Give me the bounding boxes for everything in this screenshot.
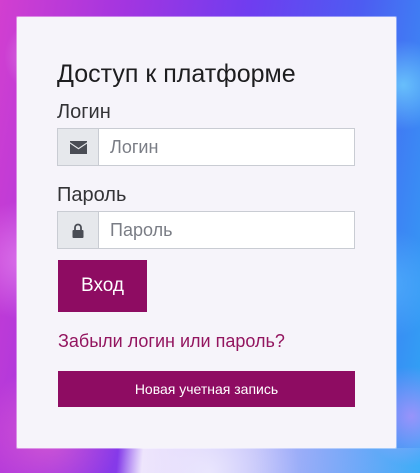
lock-icon — [72, 223, 84, 238]
login-label: Логин — [57, 101, 111, 123]
page-title: Доступ к платформе — [57, 60, 296, 88]
login-input[interactable] — [99, 129, 354, 165]
login-input-group — [57, 128, 355, 166]
login-card: Доступ к платформе Логин Пароль Вход Заб… — [17, 17, 396, 448]
login-addon — [58, 129, 99, 165]
create-account-button[interactable]: Новая учетная запись — [58, 371, 355, 407]
forgot-credentials-link[interactable]: Забыли логин или пароль? — [58, 331, 285, 352]
envelope-icon — [69, 140, 87, 154]
password-label: Пароль — [57, 184, 127, 206]
password-input-group — [57, 211, 355, 249]
password-input[interactable] — [99, 212, 354, 248]
background-glow — [0, 448, 420, 473]
password-addon — [58, 212, 99, 248]
login-button[interactable]: Вход — [58, 260, 147, 312]
